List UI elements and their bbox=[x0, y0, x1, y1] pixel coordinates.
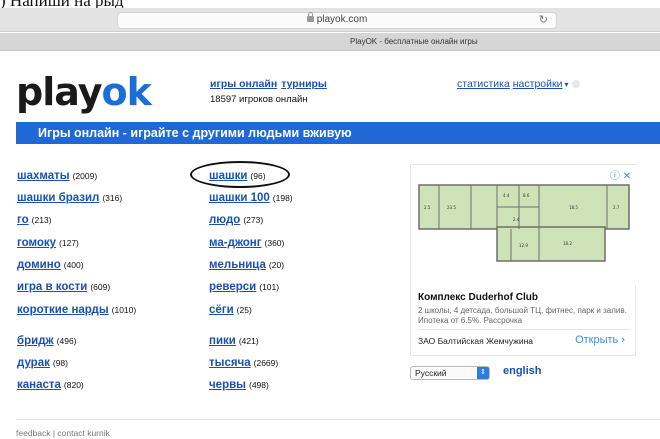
ad-open-button[interactable]: Открыть › bbox=[575, 334, 625, 346]
game-link[interactable]: тысяча bbox=[209, 357, 251, 369]
list-item: людо (273) bbox=[209, 214, 264, 226]
plan-label: 23.5 bbox=[447, 205, 456, 210]
page-banner: Игры онлайн - играйте с другими людьми в… bbox=[16, 122, 660, 144]
plan-label: 2.4 bbox=[513, 217, 520, 222]
game-link[interactable]: шашки бразил bbox=[17, 192, 99, 204]
status-dot-icon bbox=[572, 80, 581, 89]
tab-title[interactable]: PlayOK - бесплатные онлайн игры bbox=[350, 37, 478, 46]
nav-games-online[interactable]: игры онлайн bbox=[210, 78, 277, 90]
list-item: мельница (20) bbox=[209, 259, 285, 271]
game-link[interactable]: мельница bbox=[209, 259, 266, 271]
list-item: го (213) bbox=[17, 214, 52, 226]
game-link[interactable]: домино bbox=[17, 259, 61, 271]
game-link[interactable]: шашки 100 bbox=[209, 192, 270, 204]
list-item: реверси (101) bbox=[209, 281, 280, 293]
game-link[interactable]: реверси bbox=[209, 281, 256, 293]
header-nav: игры онлайн турниры bbox=[210, 78, 331, 90]
top-strip: ) Напиши на рыд bbox=[0, 0, 660, 8]
select-arrow-icon: ⇕ bbox=[477, 367, 489, 379]
list-item: ма-джонг (360) bbox=[209, 237, 285, 249]
game-link[interactable]: дурак bbox=[17, 357, 50, 369]
plan-label: 8.6 bbox=[523, 193, 530, 198]
chevron-down-icon[interactable]: ▾ bbox=[564, 80, 568, 89]
plan-label: 2.7 bbox=[613, 205, 620, 210]
game-link[interactable]: шахматы bbox=[17, 170, 70, 182]
game-link[interactable]: людо bbox=[209, 214, 240, 226]
floor-plan-image: 2.5 23.5 4.4 8.6 18.5 2.7 2.4 12.9 18.2 bbox=[411, 165, 637, 285]
game-link[interactable]: пики bbox=[209, 335, 236, 347]
plan-label: 4.4 bbox=[503, 193, 510, 198]
game-link[interactable]: бридж bbox=[17, 335, 54, 347]
ad-info-close-icon[interactable]: ⓘ ✕ bbox=[610, 167, 631, 182]
game-link[interactable]: го bbox=[17, 214, 29, 226]
language-select[interactable]: Русский ⇕ bbox=[410, 366, 490, 380]
tab-bar: PlayOK - бесплатные онлайн игры bbox=[0, 33, 660, 51]
list-item: дурак (98) bbox=[17, 357, 68, 369]
list-item: домино (400) bbox=[17, 259, 84, 271]
hand-drawn-circle-annotation bbox=[190, 161, 290, 188]
list-item: шахматы (2009) bbox=[17, 170, 98, 182]
list-item: червы (498) bbox=[209, 379, 269, 391]
list-item: короткие нарды (1010) bbox=[17, 304, 137, 316]
online-count: 18597 игроков онлайн bbox=[210, 94, 308, 105]
game-link[interactable]: сёги bbox=[209, 304, 234, 316]
english-link[interactable]: english bbox=[503, 365, 542, 377]
list-item: бридж (496) bbox=[17, 335, 77, 347]
address-bar[interactable]: playok.com ↻ bbox=[117, 12, 557, 29]
reload-icon[interactable]: ↻ bbox=[539, 13, 548, 26]
header-right: статистика настройки ▾ bbox=[457, 78, 581, 90]
list-item: гомоку (127) bbox=[17, 237, 79, 249]
game-link[interactable]: игра в кости bbox=[17, 281, 87, 293]
list-item: игра в кости (609) bbox=[17, 281, 111, 293]
game-link[interactable]: ма-джонг bbox=[209, 237, 262, 249]
game-link[interactable]: короткие нарды bbox=[17, 304, 109, 316]
ad-divider bbox=[418, 329, 630, 330]
list-item: тысяча (2669) bbox=[209, 357, 279, 369]
list-item: пики (421) bbox=[209, 335, 259, 347]
game-link[interactable]: червы bbox=[209, 379, 246, 391]
list-item: шашки 100 (198) bbox=[209, 192, 293, 204]
address-url: playok.com bbox=[118, 12, 556, 25]
plan-label: 12.9 bbox=[519, 243, 528, 248]
nav-tournaments[interactable]: турниры bbox=[281, 78, 327, 90]
plan-label: 2.5 bbox=[424, 205, 431, 210]
cropped-text: ) Напиши на рыд bbox=[0, 0, 124, 8]
list-item: сёги (25) bbox=[209, 304, 252, 316]
footer-divider bbox=[16, 419, 660, 420]
plan-label: 18.2 bbox=[563, 241, 572, 246]
nav-statistics[interactable]: статистика bbox=[457, 78, 510, 90]
game-link[interactable]: гомоку bbox=[17, 237, 56, 249]
ad-description: 2 школы, 4 детсада, большой ТЦ, фитнес, … bbox=[418, 306, 627, 325]
playok-logo[interactable]: playok bbox=[16, 73, 152, 111]
browser-toolbar: playok.com ↻ bbox=[0, 8, 660, 32]
game-link[interactable]: канаста bbox=[17, 379, 61, 391]
footer-links[interactable]: feedback | contact kurnik bbox=[16, 428, 110, 438]
ad-sponsor: ЗАО Балтийская Жемчужина bbox=[418, 336, 534, 346]
banner-title: Игры онлайн - играйте с другими людьми в… bbox=[38, 126, 352, 140]
advertisement[interactable]: 2.5 23.5 4.4 8.6 18.5 2.7 2.4 12.9 18.2 … bbox=[410, 164, 637, 356]
plan-label: 18.5 bbox=[569, 205, 578, 210]
nav-settings[interactable]: настройки bbox=[513, 78, 563, 90]
list-item: шашки бразил (316) bbox=[17, 192, 123, 204]
chevron-right-icon: › bbox=[621, 334, 625, 346]
ad-title[interactable]: Комплекс Duderhof Club bbox=[418, 292, 538, 303]
lock-icon bbox=[306, 12, 314, 22]
list-item: канаста (820) bbox=[17, 379, 84, 391]
